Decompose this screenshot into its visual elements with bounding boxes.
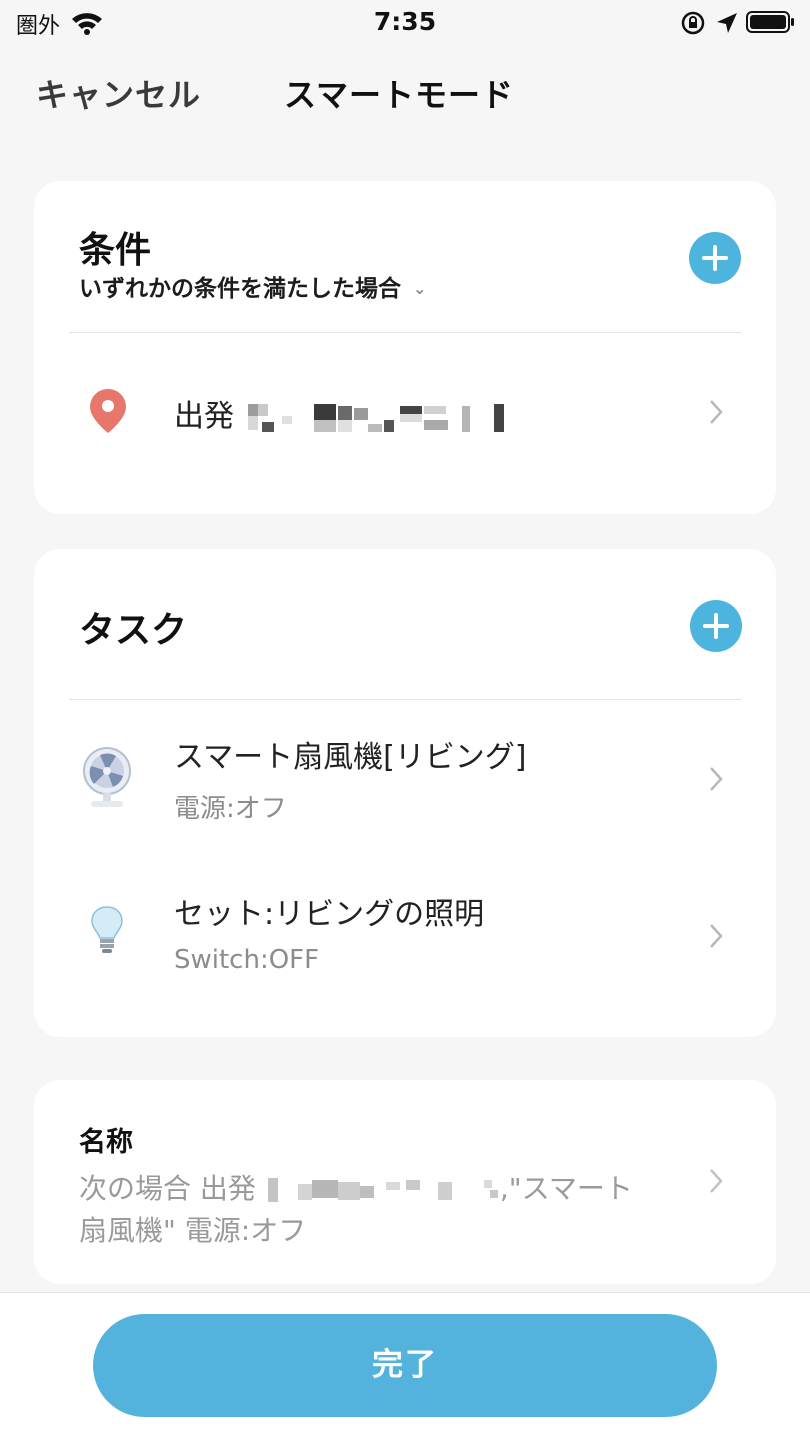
add-task-button[interactable] [690,600,742,652]
conditions-title: 条件 [79,230,152,271]
page-title: スマートモード [284,76,515,114]
chevron-right-icon [710,400,723,424]
condition-item-label: 出発 [174,391,506,435]
condition-match-selector[interactable]: いずれかの条件を満たした場合 ⌄ [79,269,426,303]
divider [69,332,741,333]
name-card[interactable]: 名称 次の場合 出発 ,"スマート 扇風機" 電源:オフ [34,1080,776,1284]
light-bulb-icon [91,906,123,953]
cancel-button[interactable]: キャンセル [36,70,201,116]
condition-item-departure[interactable]: 出発 [34,371,776,451]
task-item-fan[interactable]: スマート扇風機[リビング] 電源:オフ [34,724,776,834]
redacted-location [248,403,504,432]
battery-icon [746,11,794,33]
chevron-right-icon [710,767,723,791]
name-value: 次の場合 出発 ,"スマート 扇風機" 電源:オフ [79,1172,633,1247]
task-item-title: セット:リビングの照明 [174,897,485,932]
fan-icon [83,747,131,807]
task-item-title: スマート扇風機[リビング] [174,740,527,775]
done-button[interactable]: 完了 [93,1314,717,1417]
condition-match-label: いずれかの条件を満たした場合 [79,276,401,302]
location-arrow-icon [717,13,737,33]
task-item-subtitle: Switch:OFF [174,945,320,975]
task-item-subtitle: 電源:オフ [174,794,287,824]
tasks-title: タスク [79,610,188,651]
task-item-light[interactable]: セット:リビングの照明 Switch:OFF [34,881,776,991]
status-bar: 圏外 7:35 [0,0,810,48]
chevron-down-icon: ⌄ [413,279,427,298]
redacted-location [267,1178,498,1202]
tasks-card: タスク スマート扇風機[リビング] 電源:オフ セット:リビングの照明 Swit… [34,549,776,1037]
location-pin-icon [90,389,126,433]
orientation-lock-icon [681,11,705,35]
chevron-right-icon [710,1169,723,1193]
divider [69,699,741,700]
name-label: 名称 [79,1127,133,1158]
add-condition-button[interactable] [689,232,741,284]
conditions-card: 条件 いずれかの条件を満たした場合 ⌄ 出発 [34,181,776,514]
chevron-right-icon [710,924,723,948]
